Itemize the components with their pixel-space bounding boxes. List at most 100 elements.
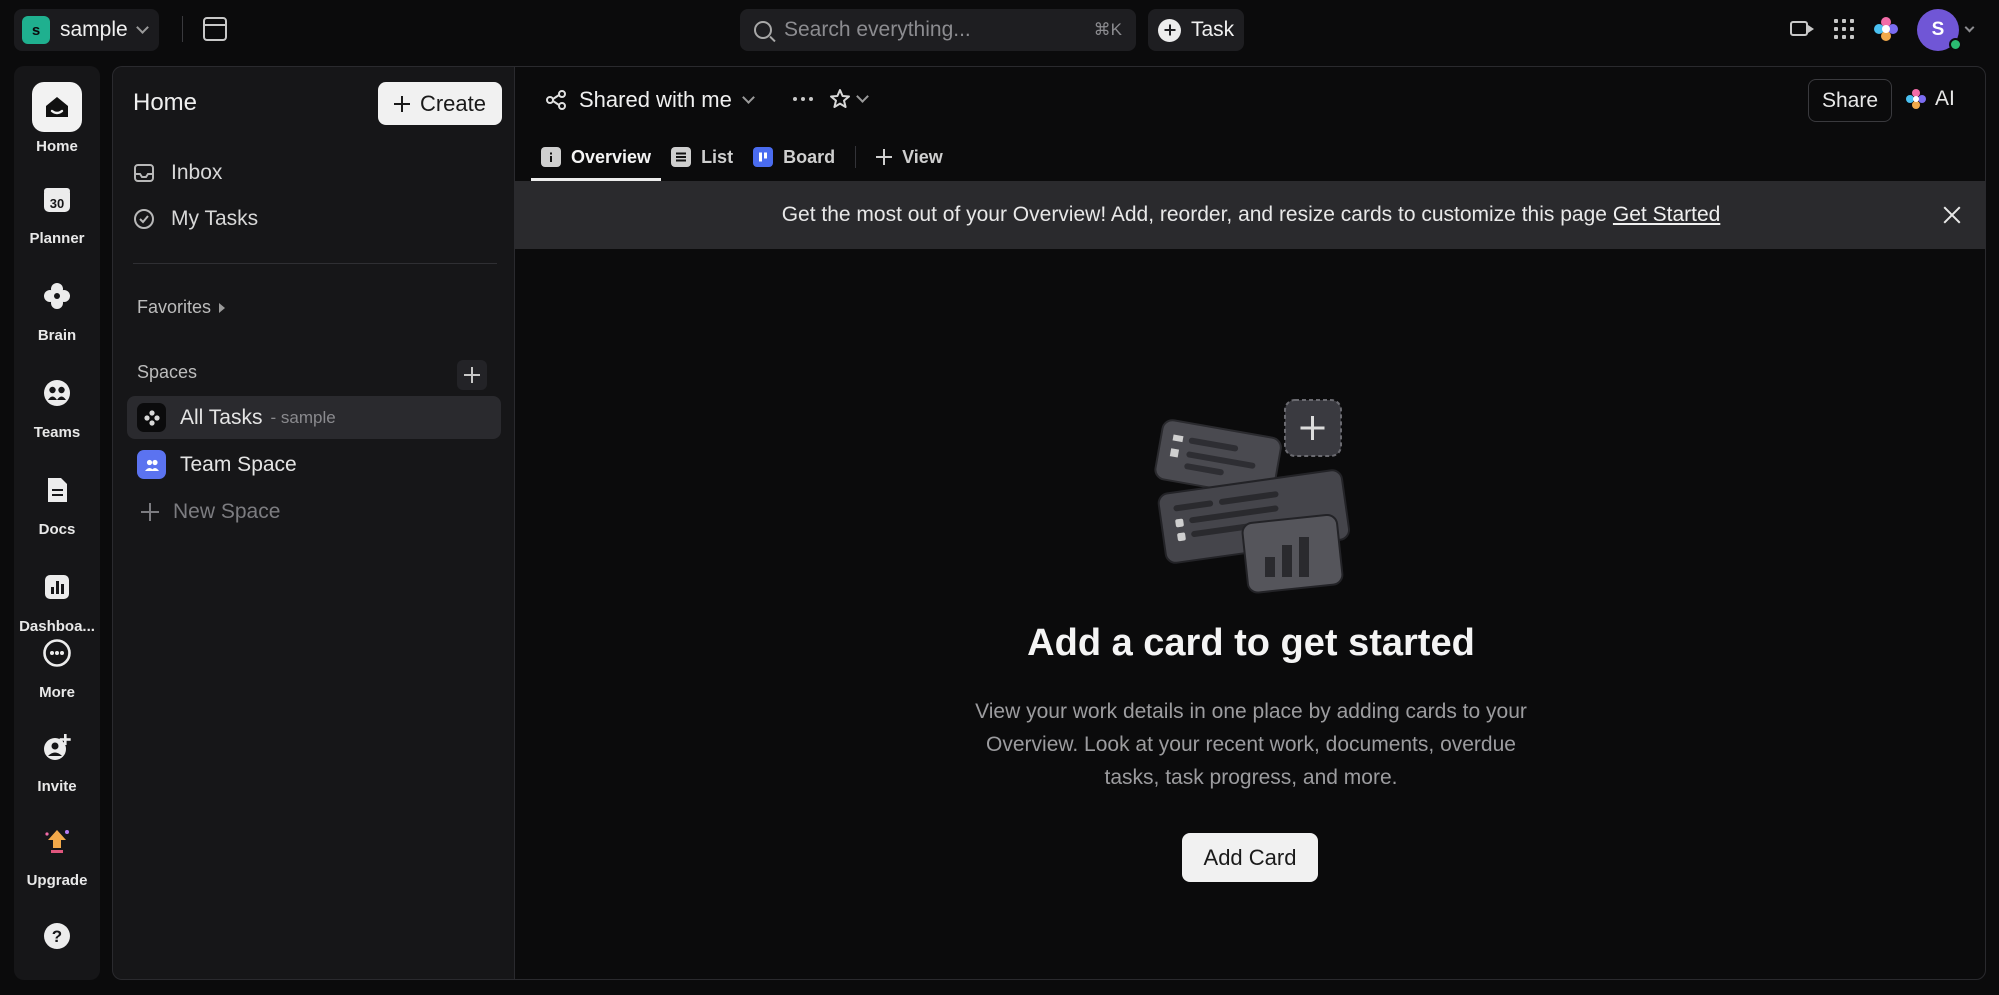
tab-label: List	[701, 146, 734, 167]
tab-label: Overview	[571, 146, 652, 167]
search-placeholder: Search everything...	[784, 18, 971, 41]
calendar-30-icon: 30	[32, 174, 82, 224]
rail-item-more[interactable]: More	[14, 628, 100, 701]
check-circle-icon	[134, 209, 154, 229]
create-label: Create	[419, 90, 487, 116]
rail-label-upgrade: Upgrade	[26, 872, 88, 889]
banner-text: Get the most out of your Overview! Add, …	[781, 203, 1607, 226]
create-button[interactable]: Create	[378, 82, 502, 125]
divider	[133, 263, 497, 264]
brain-logo-icon[interactable]	[1873, 16, 1899, 42]
rail-label-more: More	[39, 684, 75, 701]
favorites-section-toggle[interactable]: Favorites	[137, 297, 226, 318]
chevron-down-icon	[741, 91, 755, 104]
workspace-name: sample	[60, 18, 128, 41]
spaces-header: Spaces	[137, 362, 197, 383]
chevron-down-icon	[135, 21, 149, 34]
space-label: Team Space	[180, 452, 297, 476]
favorite-button[interactable]	[828, 87, 869, 111]
video-icon[interactable]	[1790, 21, 1814, 36]
add-space-button[interactable]	[457, 360, 487, 390]
page-title: Shared with me	[579, 87, 732, 112]
spaces-label: Spaces	[137, 362, 198, 382]
empty-state-description: View your work details in one place by a…	[975, 700, 1527, 789]
chevron-down-icon	[856, 90, 869, 103]
inbox-icon	[134, 164, 154, 182]
plus-icon	[141, 503, 159, 521]
share-nodes-icon	[546, 90, 566, 110]
rail-item-docs[interactable]: Docs	[14, 465, 100, 538]
sidebar-item-label: My Tasks	[171, 207, 259, 230]
workspace-badge: s	[22, 16, 50, 44]
divider	[855, 146, 857, 168]
rail-label-planner: Planner	[29, 230, 85, 247]
rail-item-upgrade[interactable]: Upgrade	[14, 816, 100, 889]
search-bar[interactable]: Search everything... ⌘K	[740, 9, 1136, 51]
dashboard-icon	[32, 562, 82, 612]
tab-board[interactable]: Board	[743, 133, 845, 181]
invite-icon	[32, 722, 82, 772]
board-icon	[753, 147, 774, 167]
rail-item-teams[interactable]: Teams	[14, 368, 100, 441]
favorites-label: Favorites	[137, 297, 212, 317]
tab-list[interactable]: List	[661, 133, 743, 181]
ai-label: AI	[1935, 87, 1955, 110]
rail-label-brain: Brain	[37, 327, 77, 344]
share-button[interactable]: Share	[1808, 79, 1892, 122]
search-icon	[754, 21, 772, 39]
tab-label: Board	[783, 146, 836, 167]
close-icon[interactable]	[1942, 205, 1962, 225]
empty-state-title: Add a card to get started	[1027, 622, 1475, 664]
plus-icon	[876, 149, 892, 165]
cards-illustration	[1154, 399, 1350, 594]
sidebar-title: Home	[133, 89, 198, 116]
plus-circle-icon	[1158, 18, 1181, 42]
rail-item-home[interactable]: Home	[14, 82, 100, 155]
sidebar: Home Create Inbox My Tasks Favorites Spa…	[112, 66, 514, 980]
view-tabs: Overview List Board View	[531, 133, 953, 181]
new-space-button[interactable]: New Space	[127, 490, 501, 533]
tab-overview[interactable]: Overview	[531, 133, 662, 181]
rail-item-planner[interactable]: 30 Planner	[14, 174, 100, 247]
new-space-label: New Space	[173, 499, 281, 523]
brain-icon	[32, 271, 82, 321]
workspace-switcher[interactable]: s sample	[14, 9, 159, 51]
calendar-icon[interactable]	[203, 17, 227, 41]
rail-label-home: Home	[36, 138, 78, 155]
add-card-button[interactable]: Add Card	[1182, 833, 1318, 882]
space-team-space[interactable]: Team Space	[127, 443, 501, 486]
rail-label-docs: Docs	[38, 521, 76, 538]
sidebar-item-inbox[interactable]: Inbox	[133, 161, 222, 185]
sidebar-item-my-tasks[interactable]: My Tasks	[133, 207, 258, 231]
presence-dot	[1949, 38, 1962, 51]
new-task-label: Task	[1191, 18, 1235, 41]
help-button[interactable]: ?	[14, 911, 100, 961]
team-space-icon	[137, 450, 166, 479]
rail-item-brain[interactable]: Brain	[14, 271, 100, 344]
ai-button[interactable]: AI	[1905, 87, 1955, 111]
more-options-icon[interactable]	[793, 97, 813, 101]
new-task-button[interactable]: Task	[1148, 9, 1245, 51]
star-icon	[830, 89, 850, 108]
space-workspace-label: - sample	[270, 407, 336, 427]
rail-label-teams: Teams	[33, 424, 81, 441]
breadcrumb[interactable]: Shared with me	[545, 87, 755, 113]
space-all-tasks[interactable]: All Tasks - sample	[127, 396, 501, 439]
rail-label-invite: Invite	[37, 778, 77, 795]
add-view-button[interactable]: View	[866, 133, 953, 181]
svg-text:?: ?	[52, 927, 62, 946]
info-banner: Get the most out of your Overview! Add, …	[515, 181, 1985, 249]
caret-right-icon	[219, 302, 226, 313]
list-icon	[671, 147, 692, 167]
chevron-down-icon[interactable]	[1964, 22, 1975, 33]
tab-label: View	[902, 146, 943, 167]
rail-item-invite[interactable]: Invite	[14, 722, 100, 795]
divider	[182, 16, 183, 42]
ai-sparkle-icon	[1906, 89, 1926, 109]
main-panel: Shared with me Share AI Overview List Bo…	[514, 66, 1986, 980]
rail-item-dashboards[interactable]: Dashboa...	[14, 562, 100, 635]
sidebar-item-label: Inbox	[171, 161, 223, 184]
apps-grid-icon[interactable]	[1834, 19, 1854, 39]
get-started-link[interactable]: Get Started	[1613, 203, 1720, 227]
upgrade-icon	[32, 816, 82, 866]
